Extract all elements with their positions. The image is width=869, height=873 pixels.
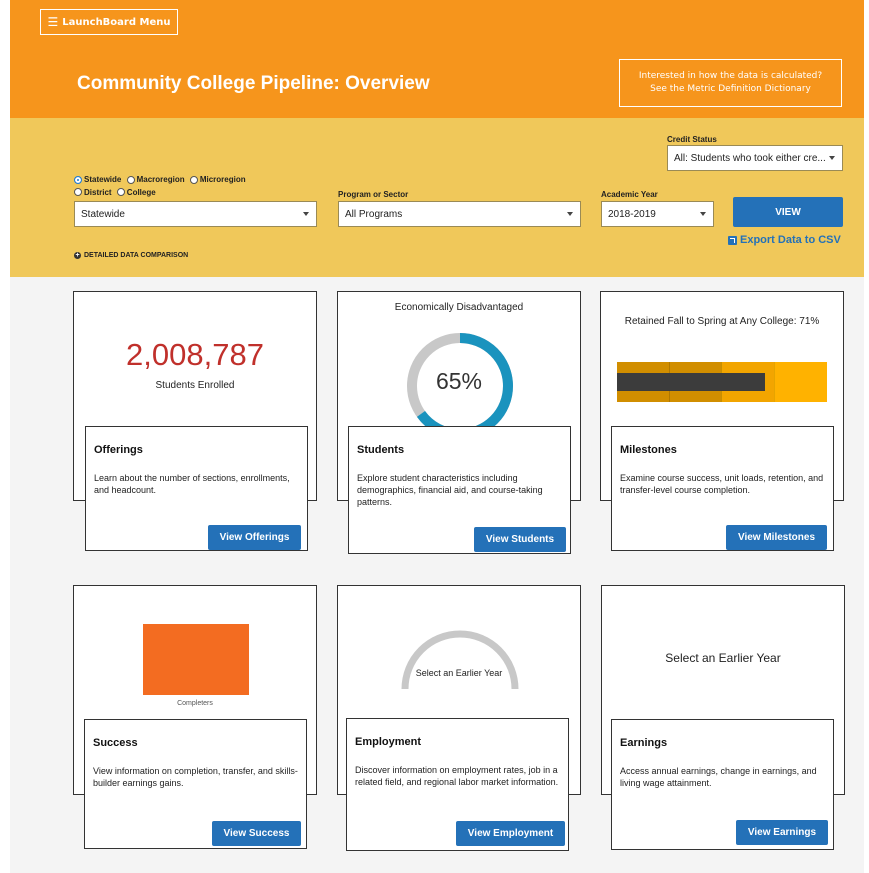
academic-year-value: 2018-2019 xyxy=(608,208,656,220)
metric-dictionary-link[interactable]: Interested in how the data is calculated… xyxy=(619,59,842,107)
geography-select[interactable]: Statewide xyxy=(74,201,317,227)
radio-macroregion[interactable]: Macroregion xyxy=(126,174,185,185)
tile-description: Access annual earnings, change in earnin… xyxy=(620,766,817,789)
chart-title: Retained Fall to Spring at Any College: … xyxy=(624,316,820,327)
tile-title: Employment xyxy=(355,736,422,748)
program-value: All Programs xyxy=(345,208,403,220)
view-earnings-button[interactable]: View Earnings xyxy=(736,820,828,845)
program-label: Program or Sector xyxy=(338,190,409,199)
radio-label: College xyxy=(126,187,156,197)
tile-title: Milestones xyxy=(620,444,677,456)
view-employment-button[interactable]: View Employment xyxy=(456,821,565,846)
radio-label: Microregion xyxy=(199,175,246,184)
radio-unchecked-icon xyxy=(74,188,82,196)
tile-description: Examine course success, unit loads, rete… xyxy=(620,473,824,496)
radio-statewide[interactable]: Statewide xyxy=(74,174,121,185)
completers-bar xyxy=(143,624,249,695)
radio-district[interactable]: District xyxy=(74,187,112,198)
success-tile: Success View information on completion, … xyxy=(84,719,307,849)
chevron-down-icon xyxy=(829,156,835,160)
launchboard-menu-button[interactable]: ☰ LaunchBoard Menu xyxy=(40,9,178,35)
tile-description: Discover information on employment rates… xyxy=(355,765,559,788)
tile-description: View information on completion, transfer… xyxy=(93,766,298,789)
chart-title: Economically Disadvantaged xyxy=(394,302,524,313)
retained-value-bar xyxy=(617,373,765,391)
earnings-tile: Earnings Access annual earnings, change … xyxy=(611,719,834,850)
external-link-icon xyxy=(728,235,737,245)
view-milestones-button[interactable]: View Milestones xyxy=(726,525,827,550)
tile-description: Explore student characteristics includin… xyxy=(357,473,543,508)
metric-link-line2: See the Metric Definition Dictionary xyxy=(650,84,811,94)
academic-year-select[interactable]: 2018-2019 xyxy=(601,201,714,227)
export-label: Export Data to CSV xyxy=(740,234,841,246)
chevron-down-icon xyxy=(567,212,573,216)
filter-panel: Credit Status All: Students who took eit… xyxy=(10,118,864,277)
students-enrolled-label: Students Enrolled xyxy=(155,380,235,391)
completers-label: Completers xyxy=(177,700,213,707)
employment-gauge xyxy=(401,630,519,690)
geography-value: Statewide xyxy=(81,208,125,220)
radio-unchecked-icon xyxy=(116,188,125,196)
page-title: Community College Pipeline: Overview xyxy=(77,73,430,94)
tile-title: Earnings xyxy=(620,737,668,749)
view-offerings-button[interactable]: View Offerings xyxy=(208,525,301,550)
students-enrolled-value: 2,008,787 xyxy=(126,337,264,372)
view-success-button[interactable]: View Success xyxy=(212,821,301,846)
academic-year-label: Academic Year xyxy=(601,190,658,199)
tile-title: Students xyxy=(357,444,405,456)
view-button[interactable]: VIEW xyxy=(733,197,843,227)
program-select[interactable]: All Programs xyxy=(338,201,581,227)
credit-status-value: All: Students who took either cre... xyxy=(674,152,826,164)
employment-placeholder: Select an Earlier Year xyxy=(415,668,503,678)
employment-tile: Employment Discover information on emplo… xyxy=(346,718,569,851)
geography-radio-group: Statewide Macroregion Microregion Distri… xyxy=(74,174,249,199)
radio-unchecked-icon xyxy=(126,175,135,184)
view-students-button[interactable]: View Students xyxy=(474,527,566,552)
credit-status-label: Credit Status xyxy=(667,135,717,144)
radio-label: Statewide xyxy=(84,175,122,184)
earnings-placeholder: Select an Earlier Year xyxy=(665,651,781,665)
radio-label: Macroregion xyxy=(136,175,185,184)
chevron-down-icon xyxy=(700,212,706,216)
radio-checked-icon xyxy=(74,175,82,184)
bullet-divider xyxy=(774,362,775,402)
detailed-data-comparison-toggle[interactable]: + DETAILED DATA COMPARISON xyxy=(74,252,188,259)
credit-status-select[interactable]: All: Students who took either cre... xyxy=(667,145,843,171)
detailed-label: DETAILED DATA COMPARISON xyxy=(84,252,189,259)
milestones-tile: Milestones Examine course success, unit … xyxy=(611,426,834,551)
tile-title: Success xyxy=(93,737,138,749)
gauge-track xyxy=(401,630,519,690)
radio-college[interactable]: College xyxy=(116,187,156,198)
offerings-tile: Offerings Learn about the number of sect… xyxy=(85,426,308,551)
content-area: 2,008,787 Students Enrolled Offerings Le… xyxy=(10,277,864,873)
radio-label: District xyxy=(84,187,112,197)
tile-description: Learn about the number of sections, enro… xyxy=(94,473,290,496)
menu-label: LaunchBoard Menu xyxy=(62,16,171,28)
page-header: ☰ LaunchBoard Menu Community College Pip… xyxy=(10,0,864,118)
radio-microregion[interactable]: Microregion xyxy=(189,174,246,185)
plus-circle-icon: + xyxy=(74,252,81,259)
chevron-down-icon xyxy=(303,212,309,216)
donut-percent-label: 65% xyxy=(435,368,483,394)
metric-link-line1: Interested in how the data is calculated… xyxy=(638,70,823,81)
students-tile: Students Explore student characteristics… xyxy=(348,426,571,554)
hamburger-icon: ☰ xyxy=(47,15,59,29)
tile-title: Offerings xyxy=(94,444,143,456)
export-csv-link[interactable]: Export Data to CSV xyxy=(728,234,841,246)
radio-unchecked-icon xyxy=(189,175,198,184)
